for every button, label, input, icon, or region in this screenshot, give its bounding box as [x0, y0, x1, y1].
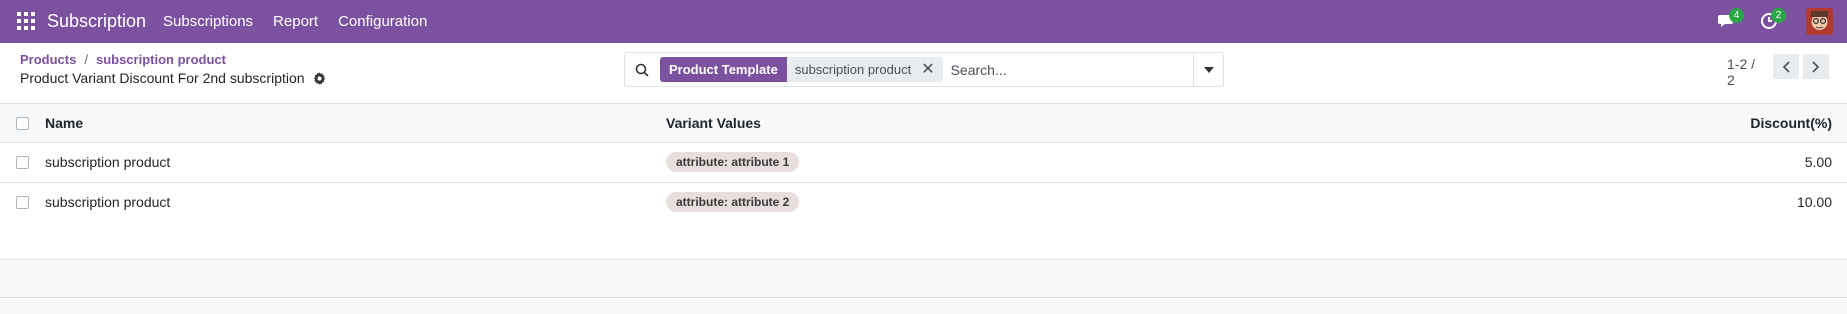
page-title-wrap: Product Variant Discount For 2nd subscri… — [20, 70, 326, 86]
pager: 1-2 / 2 — [1727, 43, 1847, 104]
select-all-checkbox[interactable] — [16, 117, 29, 130]
column-header-discount[interactable]: Discount(%) — [1750, 115, 1832, 131]
main-menu: Subscriptions Report Configuration — [163, 13, 447, 30]
page-title: Product Variant Discount For 2nd subscri… — [20, 70, 305, 86]
search-facet: Product Template subscription product ✕ — [660, 57, 943, 82]
column-header-name[interactable]: Name — [45, 115, 83, 131]
caret-down-icon — [1203, 66, 1214, 73]
facet-value-wrap: subscription product ✕ — [786, 57, 943, 82]
cell-discount[interactable]: 10.00 — [1797, 194, 1832, 210]
activities-button[interactable]: 2 — [1760, 8, 1786, 32]
menu-item-subscriptions[interactable]: Subscriptions — [163, 13, 253, 30]
messages-badge: 4 — [1729, 8, 1744, 23]
cell-name[interactable]: subscription product — [45, 154, 170, 170]
messages-button[interactable]: 4 — [1718, 8, 1744, 32]
breadcrumb-products[interactable]: Products — [20, 52, 76, 67]
breadcrumb: Products / subscription product — [20, 52, 226, 67]
breadcrumb-subscription-product[interactable]: subscription product — [96, 52, 226, 67]
pager-value[interactable]: 1-2 / 2 — [1727, 56, 1759, 88]
control-panel: Products / subscription product Product … — [0, 43, 1847, 104]
row-checkbox[interactable] — [16, 156, 29, 169]
table-header: Name Variant Values Discount(%) — [0, 104, 1847, 143]
row-checkbox[interactable] — [16, 196, 29, 209]
table-row[interactable]: subscription product attribute: attribut… — [0, 143, 1847, 183]
search-bar: Product Template subscription product ✕ — [624, 52, 1224, 87]
breadcrumb-separator: / — [84, 52, 88, 67]
gear-icon[interactable] — [313, 71, 326, 85]
facet-value: subscription product — [794, 62, 912, 77]
menu-item-configuration[interactable]: Configuration — [338, 13, 427, 30]
pager-previous-button[interactable] — [1773, 54, 1799, 79]
variant-tag: attribute: attribute 1 — [666, 152, 800, 172]
user-avatar[interactable] — [1806, 8, 1833, 35]
chevron-left-icon — [1782, 60, 1790, 73]
top-navbar: Subscription Subscriptions Report Config… — [0, 0, 1847, 43]
activities-badge: 2 — [1771, 8, 1786, 23]
search-input[interactable] — [950, 61, 1181, 78]
variant-tag: attribute: attribute 2 — [666, 192, 800, 212]
search-icon[interactable] — [625, 53, 658, 86]
column-header-variant-values[interactable]: Variant Values — [666, 115, 761, 131]
apps-menu-icon[interactable] — [17, 12, 35, 30]
cell-discount[interactable]: 5.00 — [1805, 154, 1832, 170]
pager-next-button[interactable] — [1803, 54, 1829, 79]
facet-label: Product Template — [660, 57, 787, 82]
chevron-right-icon — [1812, 60, 1820, 73]
menu-item-report[interactable]: Report — [273, 13, 318, 30]
list-view: Name Variant Values Discount(%) subscrip… — [0, 104, 1847, 223]
facet-remove-icon[interactable]: ✕ — [921, 57, 934, 82]
search-options-toggle[interactable] — [1193, 53, 1223, 86]
cell-name[interactable]: subscription product — [45, 194, 170, 210]
empty-list-row — [0, 222, 1847, 260]
table-row[interactable]: subscription product attribute: attribut… — [0, 183, 1847, 223]
app-brand[interactable]: Subscription — [47, 11, 146, 32]
list-footer — [0, 261, 1847, 298]
